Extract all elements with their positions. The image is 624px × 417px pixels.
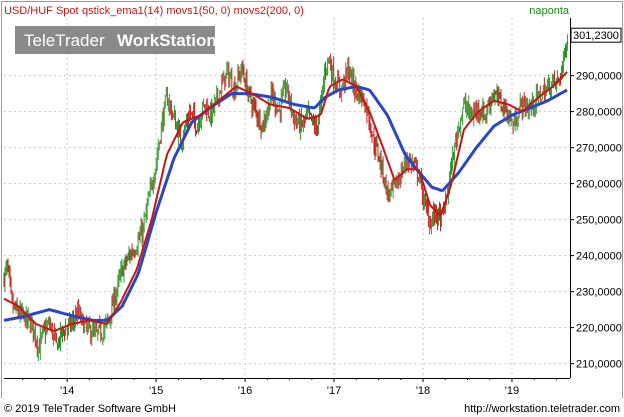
chart-background bbox=[0, 0, 624, 417]
footer-copyright: © 2019 TeleTrader Software GmbH bbox=[4, 403, 176, 415]
last-price-label: 301,2300 bbox=[573, 30, 619, 42]
y-tick-label: 240,0000 bbox=[576, 251, 622, 263]
y-tick-label: 220,0000 bbox=[576, 323, 622, 335]
last-price-marker: 301,2300 bbox=[570, 27, 622, 43]
header-indicators: qstick_ema1(14) movs1(50, 0) movs2(200, … bbox=[82, 5, 304, 17]
x-tick-label: '19 bbox=[505, 385, 519, 397]
logo-text-teletrader: TeleTrader bbox=[24, 31, 105, 50]
x-tick-label: '18 bbox=[416, 385, 430, 397]
x-tick-label: '16 bbox=[238, 385, 252, 397]
x-tick-label: '17 bbox=[327, 385, 341, 397]
y-tick-label: 230,0000 bbox=[576, 287, 622, 299]
chart-frame: USD/HUF Spot qstick_ema1(14) movs1(50, 0… bbox=[0, 0, 624, 417]
y-tick-label: 290,0000 bbox=[576, 71, 622, 83]
header-frequency: naponta bbox=[529, 5, 570, 17]
y-axis-ticks: 210,0000 220,0000 230,0000 240,0000 250,0000… bbox=[570, 71, 622, 371]
y-tick-label: 270,0000 bbox=[576, 143, 622, 155]
x-tick-label: '15 bbox=[149, 385, 163, 397]
y-tick-label: 260,0000 bbox=[576, 179, 622, 191]
y-tick-label: 250,0000 bbox=[576, 215, 622, 227]
x-tick-label: '14 bbox=[60, 385, 74, 397]
footer-url: http://workstation.teletrader.com bbox=[464, 403, 620, 415]
y-tick-label: 280,0000 bbox=[576, 107, 622, 119]
logo-badge: TeleTrader WorkStation bbox=[15, 26, 217, 54]
header-instrument: USD/HUF Spot bbox=[4, 5, 79, 17]
logo-text-workstation: WorkStation bbox=[117, 31, 217, 50]
y-tick-label: 210,0000 bbox=[576, 359, 622, 371]
chart-canvas: USD/HUF Spot qstick_ema1(14) movs1(50, 0… bbox=[0, 0, 624, 417]
